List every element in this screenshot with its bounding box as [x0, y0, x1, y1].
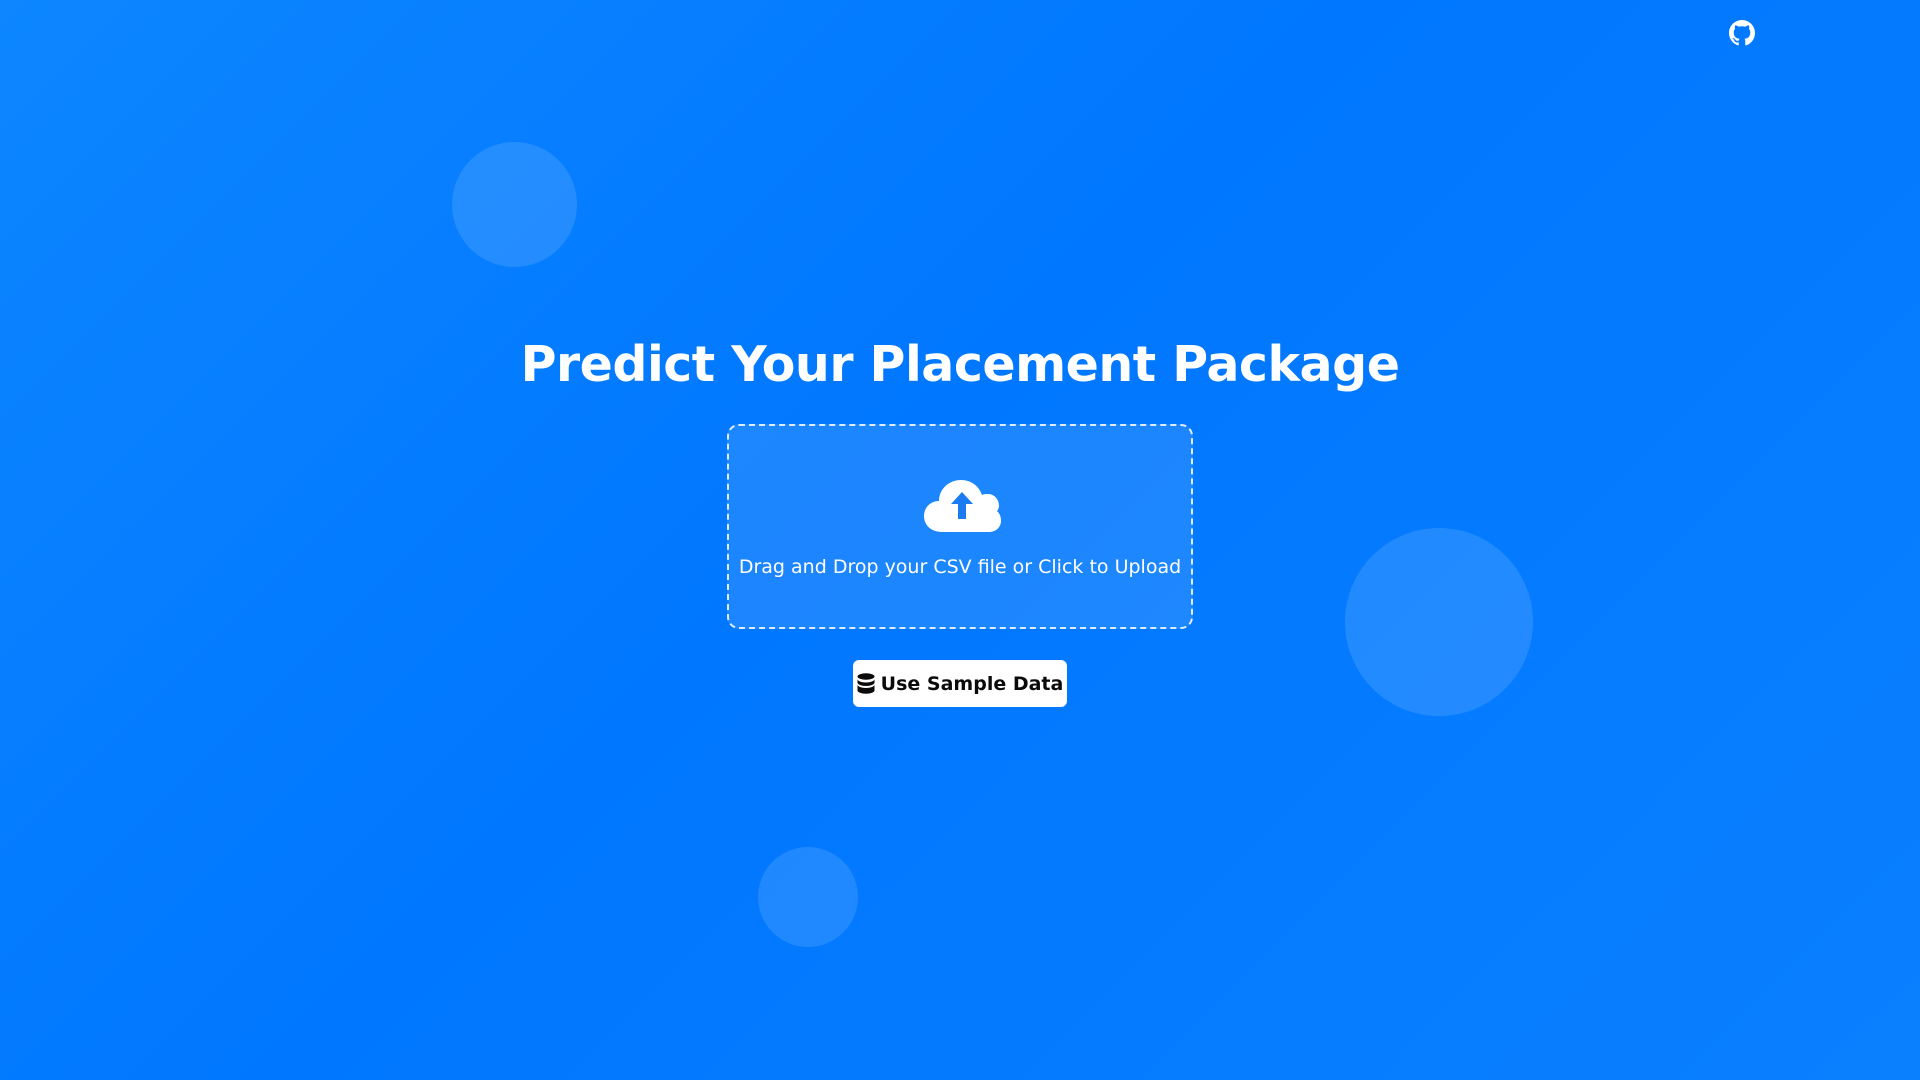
- cloud-upload-icon: [922, 476, 1002, 534]
- csv-upload-dropzone[interactable]: Drag and Drop your CSV file or Click to …: [727, 424, 1193, 629]
- decorative-bubble: [452, 142, 577, 267]
- page-title: Predict Your Placement Package: [520, 336, 1400, 393]
- database-icon: [857, 673, 875, 694]
- upload-instructions: Drag and Drop your CSV file or Click to …: [738, 556, 1182, 578]
- decorative-bubble: [758, 847, 858, 947]
- use-sample-data-button[interactable]: Use Sample Data: [853, 660, 1067, 707]
- github-link[interactable]: [1729, 20, 1755, 46]
- use-sample-data-label: Use Sample Data: [880, 672, 1064, 695]
- decorative-bubble: [1345, 528, 1533, 716]
- github-icon: [1729, 20, 1755, 46]
